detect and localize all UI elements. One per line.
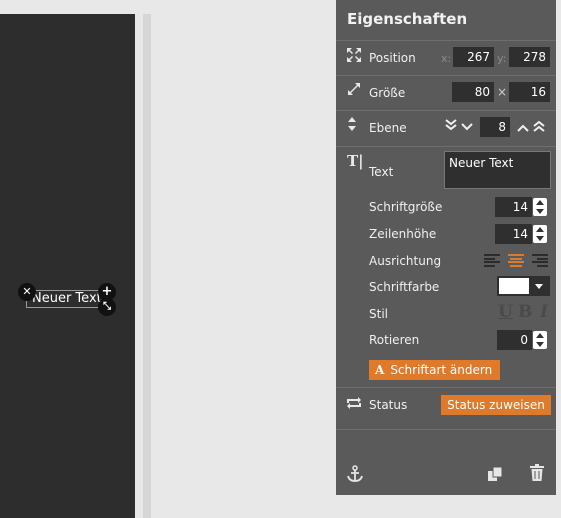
anchor-icon[interactable] — [346, 465, 364, 487]
text-content-field[interactable]: Neuer Text — [444, 151, 551, 189]
font-size-input[interactable]: 14 — [495, 197, 532, 217]
resize-handle-icon[interactable]: ⤡ — [98, 298, 116, 316]
line-height-stepper[interactable] — [533, 225, 547, 243]
position-x-input[interactable]: 267 — [453, 47, 494, 67]
italic-button[interactable]: I — [540, 302, 548, 322]
font-icon: A — [375, 363, 385, 377]
rotate-label: Rotieren — [369, 333, 420, 347]
position-label: Position — [369, 51, 416, 65]
rotate-stepper[interactable] — [533, 331, 547, 349]
layer-input[interactable]: 8 — [480, 117, 510, 137]
size-times: × — [497, 85, 508, 99]
font-color-label: Schriftfarbe — [369, 280, 440, 294]
canvas-scrollbar[interactable] — [143, 14, 151, 518]
selected-text-element[interactable]: Neuer Text — [26, 290, 106, 308]
assign-status-button[interactable]: Status zuweisen — [441, 395, 551, 415]
underline-button[interactable]: U — [498, 302, 513, 322]
change-font-button[interactable]: A Schriftart ändern — [369, 360, 501, 380]
line-height-label: Zeilenhöhe — [369, 227, 437, 241]
panel-divider — [336, 429, 556, 430]
bring-forward-icon[interactable] — [517, 121, 529, 137]
font-size-stepper[interactable] — [533, 198, 547, 216]
editor-canvas[interactable] — [0, 14, 135, 518]
font-size-label: Schriftgröße — [369, 200, 443, 214]
text-cursor-icon: T| — [347, 152, 364, 170]
refresh-icon — [346, 397, 362, 413]
align-center-icon[interactable] — [508, 254, 524, 267]
layer-label: Ebene — [369, 121, 407, 135]
x-label: x: — [441, 52, 452, 65]
copy-icon[interactable] — [487, 466, 503, 486]
alignment-label: Ausrichtung — [369, 254, 442, 268]
move-icon — [346, 47, 362, 67]
bold-button[interactable]: B — [518, 302, 532, 322]
size-width-input[interactable]: 80 — [452, 82, 494, 102]
trash-icon[interactable] — [529, 464, 545, 486]
text-element-content: Neuer Text — [32, 291, 102, 306]
panel-title: Eigenschaften — [347, 10, 468, 28]
line-height-input[interactable]: 14 — [495, 224, 532, 244]
send-backward-icon[interactable] — [461, 120, 473, 136]
rotate-input[interactable]: 0 — [497, 330, 532, 350]
bring-to-front-icon[interactable] — [533, 120, 545, 136]
resize-icon — [347, 82, 361, 100]
size-label: Größe — [369, 86, 406, 100]
style-label: Stil — [369, 307, 388, 321]
status-label: Status — [369, 398, 408, 412]
font-color-swatch — [499, 278, 529, 294]
text-label: Text — [369, 165, 394, 179]
send-to-back-icon[interactable] — [445, 119, 457, 135]
change-font-label: Schriftart ändern — [390, 363, 493, 377]
y-label: y: — [497, 52, 507, 65]
chevron-down-icon — [535, 284, 543, 289]
size-height-input[interactable]: 16 — [509, 82, 550, 102]
align-left-icon[interactable] — [484, 254, 500, 267]
font-color-picker[interactable] — [497, 276, 550, 296]
position-y-input[interactable]: 278 — [509, 47, 550, 67]
close-icon[interactable]: ✕ — [18, 283, 36, 301]
layer-icon — [347, 116, 357, 136]
align-right-icon[interactable] — [532, 254, 548, 267]
